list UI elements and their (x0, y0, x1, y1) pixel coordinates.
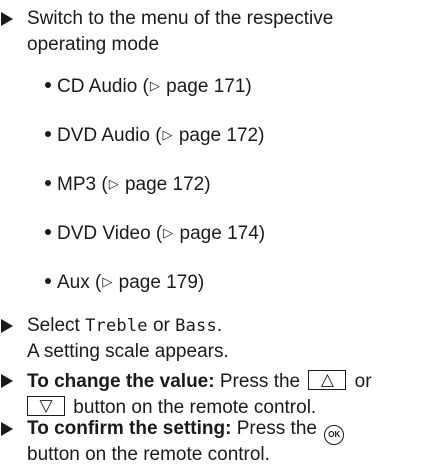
list-item-mp3: MP3 (▷ page 172) (45, 173, 211, 196)
select-instruction: Select Treble or Bass. (27, 315, 223, 336)
page-ref-icon: ▷ (163, 225, 174, 240)
step-arrow-icon (1, 374, 13, 388)
page-ref-icon: ▷ (149, 78, 160, 93)
change-value-line1: To change the value: Press the △ or (27, 370, 372, 392)
up-key-icon: △ (308, 370, 347, 390)
step-arrow-icon (1, 319, 13, 333)
page-ref-icon: ▷ (102, 274, 113, 289)
down-key-icon: ▽ (27, 396, 65, 416)
list-item-cd-audio: CD Audio (▷ page 171) (45, 75, 252, 98)
confirm-line1: To confirm the setting: Press the OK (27, 418, 346, 445)
bullet-dot-icon (45, 180, 51, 186)
step-text-line1: Switch to the menu of the respective (27, 8, 334, 29)
step-arrow-icon (1, 422, 13, 436)
bullet-dot-icon (45, 278, 51, 284)
page-ref-icon: ▷ (108, 176, 119, 191)
page-ref-icon: ▷ (162, 127, 173, 142)
bullet-dot-icon (45, 131, 51, 137)
bullet-dot-icon (45, 82, 51, 88)
ok-button-icon: OK (324, 425, 345, 445)
bullet-dot-icon (45, 229, 51, 235)
select-result: A setting scale appears. (27, 341, 229, 362)
list-item-aux: Aux (▷ page 179) (45, 271, 204, 294)
step-arrow-icon (1, 12, 13, 26)
list-item-dvd-video: DVD Video (▷ page 174) (45, 222, 265, 245)
step-text-line2: operating mode (27, 34, 160, 55)
option-bass: Bass (175, 316, 217, 336)
list-item-dvd-audio: DVD Audio (▷ page 172) (45, 124, 264, 147)
option-treble: Treble (85, 316, 148, 336)
confirm-line2: button on the remote control. (27, 444, 270, 465)
change-value-line2: ▽ button on the remote control. (24, 396, 316, 419)
